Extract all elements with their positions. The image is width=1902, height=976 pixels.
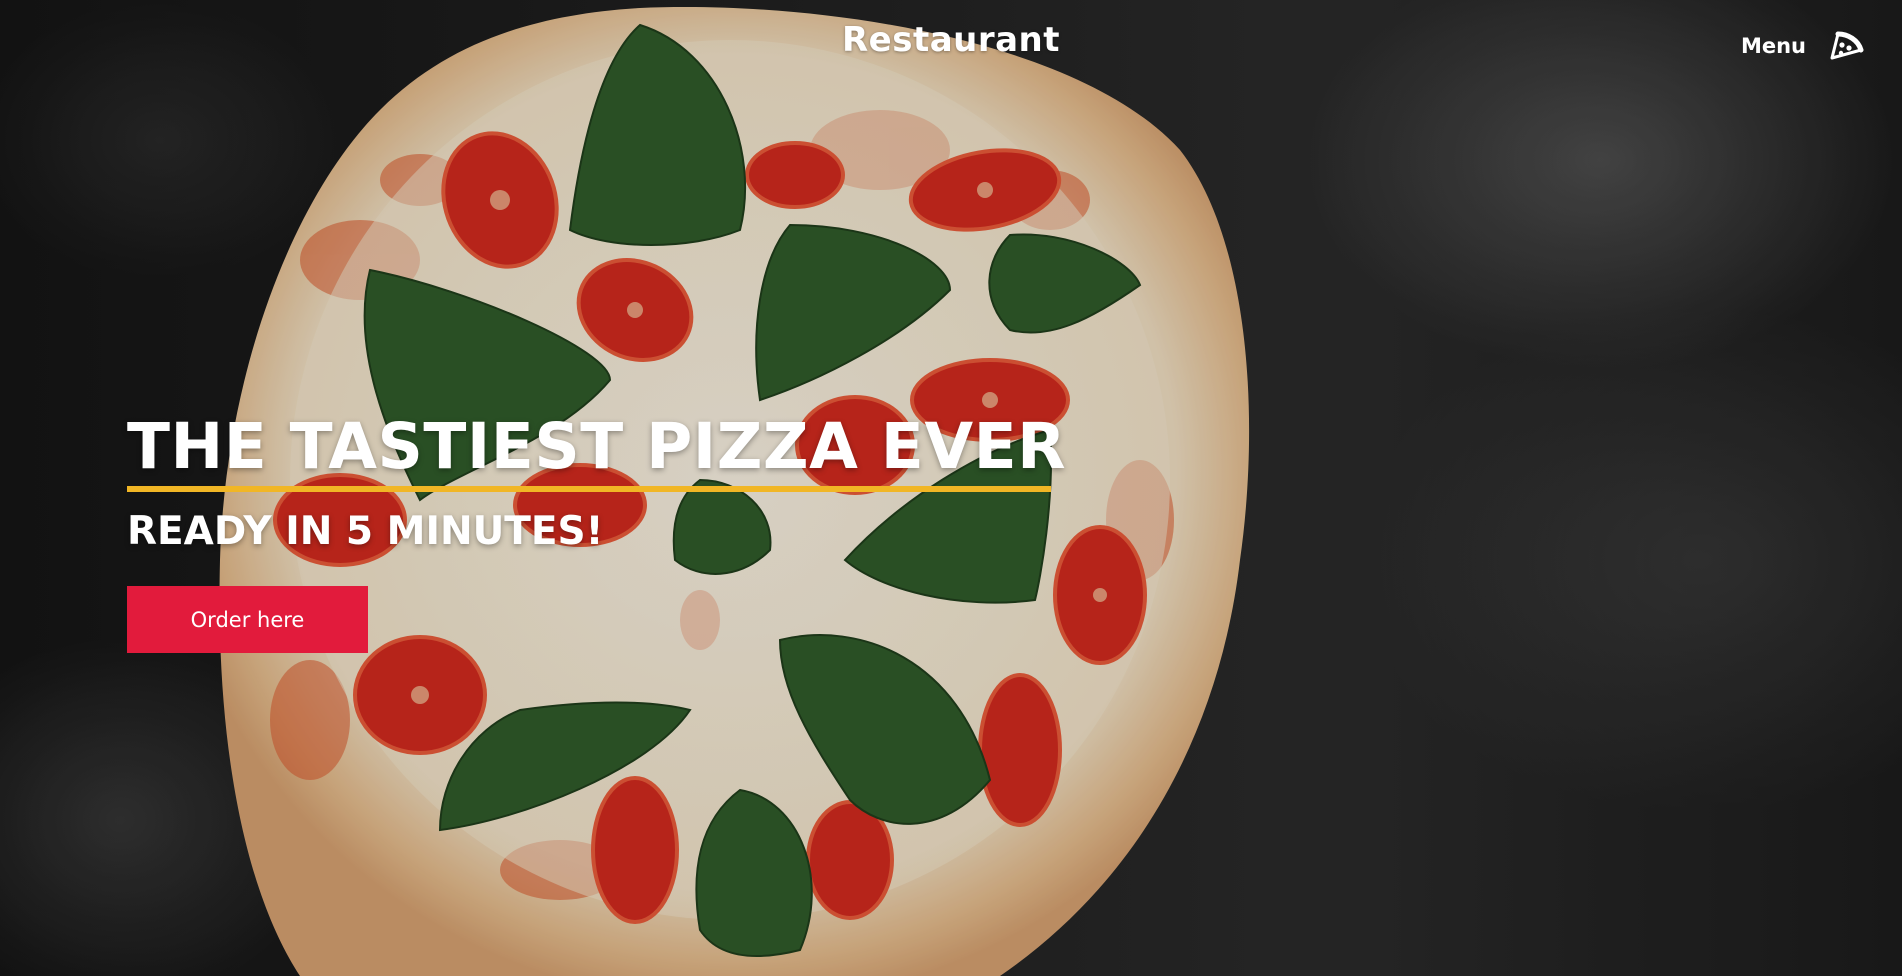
hero-subtitle: READY IN 5 MINUTES!: [127, 509, 604, 554]
order-here-button[interactable]: Order here: [127, 586, 368, 653]
menu-label: Menu: [1740, 34, 1806, 58]
menu-button[interactable]: Menu: [1741, 28, 1864, 64]
hero-title: THE TASTIEST PIZZA EVER: [127, 410, 1067, 483]
pizza-slice-icon: [1830, 31, 1864, 60]
hero-section: THE TASTIEST PIZZA EVER READY IN 5 MINUT…: [127, 410, 1066, 653]
hero-title-underline: [127, 486, 1051, 492]
page: Restaurant Menu THE TASTIEST PIZZA EVER …: [0, 0, 1902, 976]
brand-title[interactable]: Restaurant: [0, 20, 1902, 60]
